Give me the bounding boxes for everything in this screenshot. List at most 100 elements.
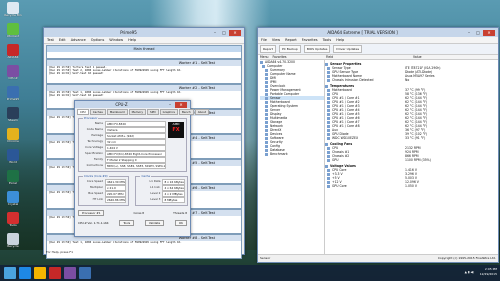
- menu-item[interactable]: Tools: [323, 37, 332, 43]
- minimize-button[interactable]: –: [166, 102, 174, 108]
- cpuz-footer: CPU-Z Ver. 1.71.1.x64 Tools Validate OK: [75, 218, 190, 228]
- app-icon: [7, 107, 19, 119]
- minimize-button[interactable]: –: [465, 30, 473, 36]
- desktop-icon-label: Utorrent: [6, 35, 20, 38]
- sensor-row[interactable]: GPU Core 1.050 V: [324, 184, 498, 188]
- threads-count: Threads 8: [173, 211, 187, 215]
- sensor-field-label: GPU Core: [332, 184, 347, 188]
- sensor-field: Chassis Intrusion Detected: [324, 78, 405, 82]
- clocks-group: Clocks (Core #0) Core Speed 4621.30 MHz Mu…: [78, 174, 130, 206]
- spec-value: 2640.86 MHz: [105, 197, 127, 203]
- menu-item[interactable]: Favorites: [302, 37, 318, 43]
- menu-item[interactable]: Report: [285, 37, 297, 43]
- tree-item[interactable]: Benchmark: [260, 152, 324, 156]
- desktop-icon-label: Recycle: [7, 245, 19, 248]
- app-icon: [7, 86, 19, 98]
- tools-button[interactable]: Tools: [119, 220, 135, 226]
- spec-label: Level 3: [150, 197, 161, 201]
- taskbar-app-icon[interactable]: [79, 267, 91, 279]
- log-line: [Dec 29 13:59] Test 1, 4000 Lucas-Lehmer…: [49, 241, 182, 244]
- cache-group-title: Cache: [140, 174, 152, 178]
- desktop-icon-label: Steam: [8, 119, 18, 122]
- sensor-row[interactable]: GPU 1100 RPM (35%): [324, 158, 498, 162]
- cpuz-tab[interactable]: Bench: [178, 109, 194, 115]
- menu-item[interactable]: Window: [109, 37, 123, 43]
- desktop-icon-label: AIDA64: [7, 56, 19, 59]
- menu-item[interactable]: Options: [91, 37, 105, 43]
- sensor-row[interactable]: Chassis Intrusion Detected No: [324, 78, 498, 82]
- cpuz-tab[interactable]: About: [194, 109, 209, 115]
- taskbar-app-icon[interactable]: [34, 267, 46, 279]
- cpuz-tab[interactable]: Graphics: [159, 109, 178, 115]
- desktop-icon-label: Excel: [9, 182, 17, 185]
- taskbar-app-icon[interactable]: [64, 267, 76, 279]
- sensor-value: 1100 RPM (35%): [405, 158, 431, 162]
- aida64-menubar: File View Report Favorites Tools Help: [258, 37, 498, 44]
- menu-item[interactable]: File: [261, 37, 267, 43]
- menu-item[interactable]: Test: [47, 37, 54, 43]
- aida64-statusbar: Sensor Copyright (c) 1995-2015 FinalWire…: [258, 254, 498, 262]
- taskbar-app-icon[interactable]: [49, 267, 61, 279]
- worker-window[interactable]: Worker #1 - Self-Test [Dec 29 13:59] Tort…: [46, 59, 242, 84]
- clocks-group-title: Clocks (Core #0): [83, 174, 109, 178]
- desktop-icon-label: Chrome: [7, 140, 19, 143]
- sensor-field: GPU Core: [324, 184, 405, 188]
- sensor-field: WDC WD10EZEX: [324, 136, 405, 140]
- prime95-titlebar[interactable]: Prime95 – □ ✕: [44, 28, 244, 37]
- cpuz-tab[interactable]: Memory: [128, 109, 146, 115]
- close-button[interactable]: ✕: [483, 29, 495, 36]
- col-value[interactable]: Value: [411, 55, 498, 59]
- menu-item[interactable]: View: [272, 37, 280, 43]
- app-icon: [7, 44, 19, 56]
- aida64-titlebar[interactable]: AIDA64 Extreme [ TRIAL VERSION ] – □ ✕: [258, 28, 498, 37]
- processor-group: Processor AMD FX Name AMD FX-8320 Code Nam…: [78, 116, 187, 172]
- aida64-title: AIDA64 Extreme [ TRIAL VERSION ]: [327, 30, 398, 35]
- cpuz-version: CPU-Z Ver. 1.71.1.x64: [78, 221, 109, 225]
- validate-button[interactable]: Validate: [144, 220, 165, 226]
- cores-count: Cores 8: [133, 211, 145, 215]
- col-field[interactable]: Field: [324, 55, 411, 59]
- aida64-toolbar: Report PC Backup BIOS Updates Driver Update…: [258, 44, 498, 55]
- logo-brand: FX: [172, 127, 180, 133]
- menu-item[interactable]: Edit: [59, 37, 66, 43]
- tab-menu[interactable]: Menu: [260, 55, 269, 59]
- amd-fx-logo: AMD FX: [168, 122, 184, 138]
- cpuz-tab[interactable]: Mainboard: [106, 109, 128, 115]
- cpuz-tab[interactable]: SPD: [146, 109, 159, 115]
- close-button[interactable]: ✕: [229, 29, 241, 36]
- app-icon: [7, 128, 19, 140]
- main-thread-window[interactable]: Main thread: [46, 45, 242, 59]
- maximize-button[interactable]: □: [220, 30, 228, 36]
- toolbar-button[interactable]: Driver Updates: [333, 45, 363, 53]
- close-button[interactable]: ✕: [175, 101, 187, 108]
- desktop-icon-label: Recycle Bin: [4, 14, 22, 17]
- menu-item[interactable]: Help: [336, 37, 344, 43]
- toolbar-button[interactable]: PC Backup: [278, 45, 301, 53]
- cpuz-tab[interactable]: Caches: [89, 109, 106, 115]
- minimize-button[interactable]: –: [211, 30, 219, 36]
- clock[interactable]: 2:05 PM 12/29/2015: [480, 267, 497, 277]
- worker-window[interactable]: Worker #8 - Self-Test [Dec 29 13:59] Test…: [46, 234, 242, 259]
- system-tray[interactable]: ▲ ▮ ◀): [465, 270, 474, 274]
- sensor-icon: [327, 158, 330, 162]
- cpuz-tab[interactable]: CPU: [77, 109, 89, 115]
- taskbar-app-icon[interactable]: [19, 267, 31, 279]
- desktop-icon-label: Crystal: [7, 203, 19, 206]
- toolbar-button[interactable]: Report: [260, 45, 276, 53]
- spec-value: MMX(+), SSE, SSE2, SSE3, SSSE3, SSE4.1, …: [105, 163, 166, 169]
- sensor-value: 33 °C (91 °F): [405, 136, 426, 140]
- cpuz-selection-row: Processor #1 Cores 8 Threads 8: [75, 208, 190, 218]
- toolbar-button[interactable]: BIOS Updates: [303, 45, 331, 53]
- maximize-button[interactable]: □: [474, 30, 482, 36]
- cpuz-titlebar[interactable]: CPU-Z – ✕: [75, 101, 190, 108]
- ok-button[interactable]: OK: [174, 220, 187, 226]
- app-icon: [7, 23, 19, 35]
- tab-favorites[interactable]: Favorites: [273, 55, 287, 59]
- start-button[interactable]: [4, 267, 16, 279]
- desktop-icon[interactable]: Recycle: [2, 233, 24, 257]
- processor-select[interactable]: Processor #1: [78, 210, 105, 216]
- menu-item[interactable]: Help: [128, 37, 136, 43]
- menu-item[interactable]: Advance: [71, 37, 86, 43]
- sensor-row[interactable]: WDC WD10EZEX 33 °C (91 °F): [324, 136, 498, 140]
- processor-group-title: Processor: [83, 116, 99, 120]
